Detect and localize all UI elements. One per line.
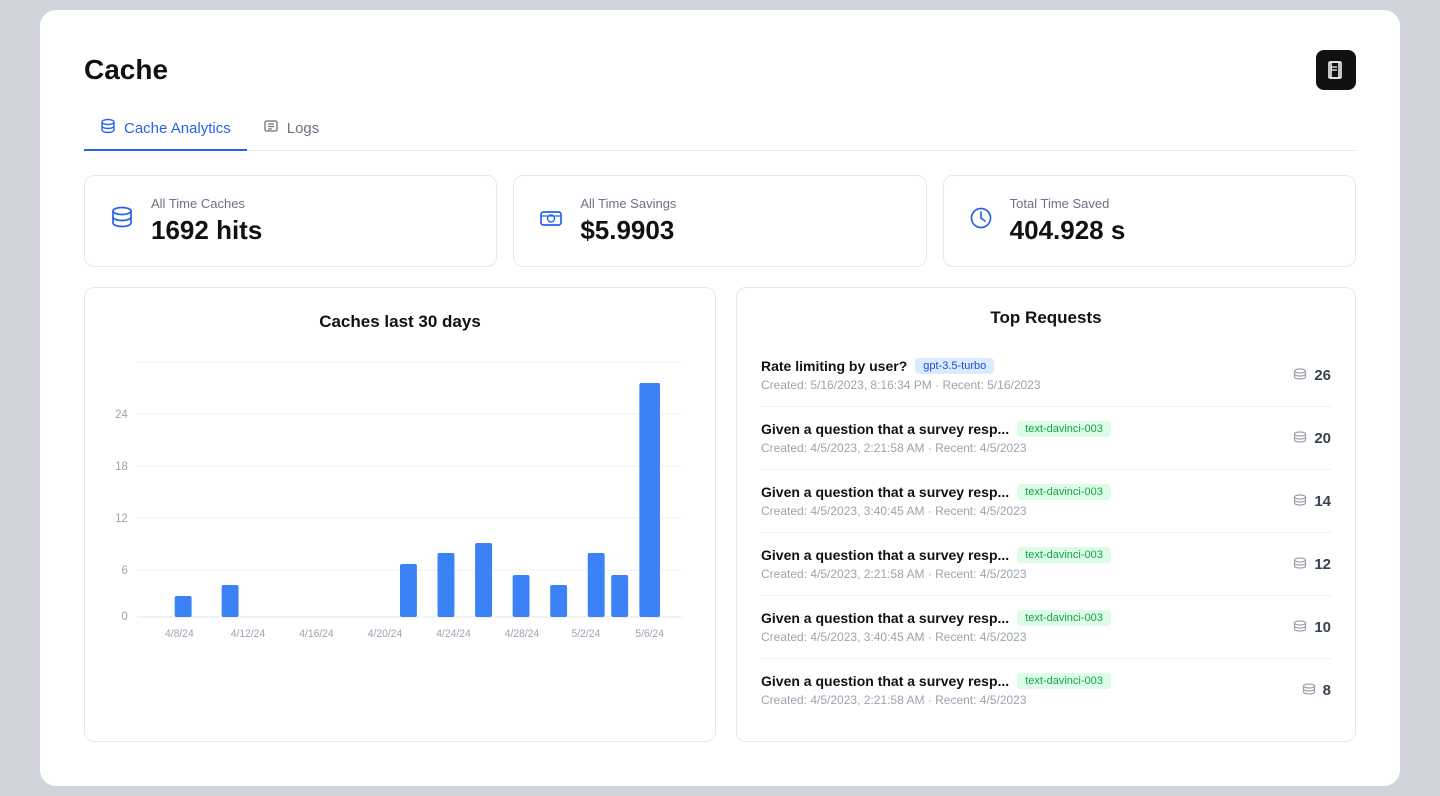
svg-text:4/12/24: 4/12/24 <box>231 628 265 640</box>
chart-title: Caches last 30 days <box>109 312 691 332</box>
request-info: Given a question that a survey resp... t… <box>761 484 1111 518</box>
page-header: Cache <box>84 50 1356 90</box>
svg-text:18: 18 <box>115 460 128 473</box>
request-meta: Created: 4/5/2023, 2:21:58 AM · Recent: … <box>761 567 1111 581</box>
svg-text:5/2/24: 5/2/24 <box>572 628 601 640</box>
tab-cache-analytics-label: Cache Analytics <box>124 120 231 137</box>
db-icon <box>1292 619 1308 635</box>
stat-time-value: 404.928 s <box>1010 215 1126 246</box>
request-list: Rate limiting by user? gpt-3.5-turbo Cre… <box>761 344 1331 721</box>
model-badge: text-davinci-003 <box>1017 673 1111 689</box>
request-name: Given a question that a survey resp... t… <box>761 547 1111 563</box>
db-icon <box>1292 493 1308 509</box>
svg-text:4/28/24: 4/28/24 <box>505 628 539 640</box>
request-name: Rate limiting by user? gpt-3.5-turbo <box>761 358 1041 374</box>
main-content: Caches last 30 days 0 6 12 18 24 <box>84 287 1356 742</box>
page-title: Cache <box>84 54 168 86</box>
svg-text:6: 6 <box>122 564 128 577</box>
db-icon <box>1292 430 1308 446</box>
request-meta: Created: 5/16/2023, 8:16:34 PM · Recent:… <box>761 378 1041 392</box>
model-badge: text-davinci-003 <box>1017 484 1111 500</box>
tab-bar: Cache Analytics Logs <box>84 108 1356 151</box>
tab-cache-analytics[interactable]: Cache Analytics <box>84 108 247 151</box>
request-name: Given a question that a survey resp... t… <box>761 673 1111 689</box>
stat-all-time-savings: All Time Savings $5.9903 <box>513 175 926 267</box>
request-meta: Created: 4/5/2023, 2:21:58 AM · Recent: … <box>761 441 1111 455</box>
svg-text:0: 0 <box>122 610 129 623</box>
time-icon <box>968 205 994 237</box>
db-icon <box>1292 367 1308 383</box>
bar-chart: 0 6 12 18 24 <box>109 352 691 652</box>
savings-icon <box>538 205 564 237</box>
book-icon <box>1326 60 1346 80</box>
main-card: Cache Cache Analytics <box>40 10 1400 786</box>
model-badge: text-davinci-003 <box>1017 547 1111 563</box>
svg-text:5/6/24: 5/6/24 <box>635 628 664 640</box>
request-count: 12 <box>1281 556 1331 573</box>
svg-text:24: 24 <box>115 408 128 421</box>
request-info: Given a question that a survey resp... t… <box>761 547 1111 581</box>
request-count: 10 <box>1281 619 1331 636</box>
model-badge: text-davinci-003 <box>1017 421 1111 437</box>
top-requests-section: Top Requests Rate limiting by user? gpt-… <box>736 287 1356 742</box>
request-info: Rate limiting by user? gpt-3.5-turbo Cre… <box>761 358 1041 392</box>
request-count: 14 <box>1281 493 1331 510</box>
request-item[interactable]: Given a question that a survey resp... t… <box>761 596 1331 659</box>
request-meta: Created: 4/5/2023, 3:40:45 AM · Recent: … <box>761 504 1111 518</box>
svg-text:4/8/24: 4/8/24 <box>165 628 194 640</box>
stats-row: All Time Caches 1692 hits All Time Savin… <box>84 175 1356 267</box>
stat-total-time-saved: Total Time Saved 404.928 s <box>943 175 1356 267</box>
svg-text:12: 12 <box>115 512 128 525</box>
doc-button[interactable] <box>1316 50 1356 90</box>
svg-text:4/16/24: 4/16/24 <box>299 628 333 640</box>
stat-savings-content: All Time Savings $5.9903 <box>580 196 676 246</box>
logs-icon <box>263 118 279 139</box>
request-item[interactable]: Rate limiting by user? gpt-3.5-turbo Cre… <box>761 344 1331 407</box>
model-badge: gpt-3.5-turbo <box>915 358 994 374</box>
stat-caches-label: All Time Caches <box>151 196 262 211</box>
stat-caches-content: All Time Caches 1692 hits <box>151 196 262 246</box>
request-count: 20 <box>1281 430 1331 447</box>
request-meta: Created: 4/5/2023, 3:40:45 AM · Recent: … <box>761 630 1111 644</box>
db-icon <box>1292 556 1308 572</box>
request-name: Given a question that a survey resp... t… <box>761 610 1111 626</box>
request-name: Given a question that a survey resp... t… <box>761 421 1111 437</box>
stat-caches-value: 1692 hits <box>151 215 262 246</box>
request-item[interactable]: Given a question that a survey resp... t… <box>761 659 1331 721</box>
request-item[interactable]: Given a question that a survey resp... t… <box>761 470 1331 533</box>
cache-analytics-icon <box>100 118 116 139</box>
chart-section: Caches last 30 days 0 6 12 18 24 <box>84 287 716 742</box>
request-name: Given a question that a survey resp... t… <box>761 484 1111 500</box>
stat-savings-value: $5.9903 <box>580 215 676 246</box>
svg-text:4/20/24: 4/20/24 <box>368 628 402 640</box>
request-info: Given a question that a survey resp... t… <box>761 610 1111 644</box>
caches-icon <box>109 205 135 237</box>
stat-time-label: Total Time Saved <box>1010 196 1126 211</box>
request-item[interactable]: Given a question that a survey resp... t… <box>761 533 1331 596</box>
request-count: 26 <box>1281 367 1331 384</box>
request-item[interactable]: Given a question that a survey resp... t… <box>761 407 1331 470</box>
tab-logs[interactable]: Logs <box>247 108 336 151</box>
stat-savings-label: All Time Savings <box>580 196 676 211</box>
request-meta: Created: 4/5/2023, 2:21:58 AM · Recent: … <box>761 693 1111 707</box>
tab-logs-label: Logs <box>287 120 320 137</box>
request-info: Given a question that a survey resp... t… <box>761 421 1111 455</box>
top-requests-title: Top Requests <box>761 308 1331 328</box>
db-icon <box>1301 682 1317 698</box>
request-count: 8 <box>1281 682 1331 699</box>
svg-text:4/24/24: 4/24/24 <box>436 628 470 640</box>
chart-area: 0 6 12 18 24 <box>109 352 691 652</box>
stat-all-time-caches: All Time Caches 1692 hits <box>84 175 497 267</box>
model-badge: text-davinci-003 <box>1017 610 1111 626</box>
request-info: Given a question that a survey resp... t… <box>761 673 1111 707</box>
stat-time-content: Total Time Saved 404.928 s <box>1010 196 1126 246</box>
